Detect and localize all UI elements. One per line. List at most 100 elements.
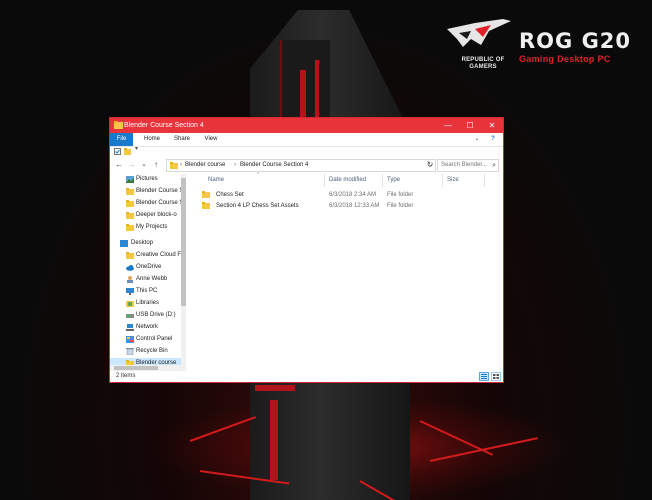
network-icon (126, 324, 134, 331)
file-explorer-window[interactable]: Blender Course Section 4 — ☐ ✕ File Home… (109, 117, 504, 383)
folder-icon (126, 224, 134, 231)
file-name: Chess Set (216, 192, 244, 198)
sidebar-item-libraries[interactable]: Libraries (110, 298, 186, 309)
folder-icon (114, 121, 123, 129)
help-icon[interactable]: ? (488, 133, 498, 146)
close-button[interactable]: ✕ (481, 118, 503, 133)
sidebar-item-label: USB Drive (D:) (136, 312, 176, 318)
breadcrumb-separator[interactable]: › (234, 160, 236, 171)
file-type: File folder (387, 192, 414, 198)
refresh-button[interactable]: ↻ (425, 159, 435, 170)
sidebar-item-this-pc[interactable]: This PC (110, 286, 186, 297)
sidebar-item-label: OneDrive (136, 264, 162, 270)
sidebar-item-label: This PC (136, 288, 158, 294)
status-bar: 2 items (110, 371, 503, 382)
rog-branding: REPUBLIC OF GAMERS ROG G20 Gaming Deskto… (445, 17, 645, 82)
rog-eye-logo-icon (447, 19, 511, 47)
breadcrumb-separator[interactable]: › (180, 160, 182, 171)
title-bar[interactable]: Blender Course Section 4 — ☐ ✕ (110, 118, 503, 133)
table-row[interactable]: Chess Set 6/3/2018 2:34 AM File folder (196, 190, 496, 200)
sidebar-item-blender-course-s[interactable]: Blender Course S (110, 198, 186, 209)
sidebar-item-label: Libraries (136, 300, 160, 306)
tab-file[interactable]: File (110, 133, 133, 146)
item-count: 2 items (116, 373, 136, 379)
column-header-date-modified[interactable]: Date modified (329, 174, 366, 187)
address-bar[interactable]: › Blender course › Blender Course Sectio… (166, 159, 436, 172)
search-input[interactable]: Search Blender... ⌕ (437, 159, 499, 172)
quick-access-toolbar: ▾ (110, 145, 503, 157)
recycle-bin-icon (126, 348, 134, 355)
sort-indicator-icon: ⌃ (256, 172, 261, 178)
search-placeholder: Search Blender... (441, 162, 488, 168)
tower-light-strip (255, 385, 295, 391)
column-header-size[interactable]: Size (447, 174, 459, 187)
properties-icon[interactable] (114, 148, 121, 155)
scrollbar-thumb[interactable] (181, 178, 186, 306)
window-title: Blender Course Section 4 (124, 122, 204, 129)
scrollbar-thumb[interactable] (114, 366, 158, 370)
sidebar-item-onedrive[interactable]: OneDrive (110, 262, 186, 273)
control-panel-icon (126, 336, 134, 343)
minimize-button[interactable]: — (437, 118, 459, 133)
details-view-glyph (481, 374, 487, 379)
details-view-icon[interactable] (479, 372, 489, 381)
folder-icon (170, 162, 178, 169)
user-icon (127, 276, 133, 283)
sidebar-item-control-panel[interactable]: Control Panel (110, 334, 186, 345)
search-icon[interactable]: ⌕ (492, 160, 496, 171)
maximize-button[interactable]: ☐ (459, 118, 481, 133)
customize-toolbar-icon[interactable]: ▾ (135, 145, 142, 152)
new-folder-icon[interactable] (124, 148, 131, 155)
sidebar-item-pictures[interactable]: Pictures (110, 174, 186, 185)
recent-locations-button[interactable]: ⌄ (139, 159, 149, 171)
column-header-type[interactable]: Type (387, 174, 400, 187)
back-button[interactable]: ← (114, 159, 124, 171)
large-icons-view-glyph (493, 374, 499, 379)
this-pc-icon (126, 288, 134, 295)
breadcrumb-section-4[interactable]: Blender Course Section 4 (240, 160, 308, 171)
tab-share[interactable]: Share (168, 133, 196, 146)
sidebar-item-anne-webb[interactable]: Anne Webb (110, 274, 186, 285)
column-header-name[interactable]: Name (208, 174, 224, 187)
brand-name: ROG G20 (519, 29, 632, 53)
pictures-icon (126, 176, 134, 183)
sidebar-item-usb-drive[interactable]: USB Drive (D:) (110, 310, 186, 321)
onedrive-icon (126, 265, 134, 271)
file-list[interactable]: ⌃ Name Date modified Type Size Chess Set… (188, 172, 503, 371)
column-separator[interactable] (442, 174, 443, 187)
sidebar-item-my-projects[interactable]: My Projects (110, 222, 186, 233)
breadcrumb-blender-course[interactable]: Blender course (185, 160, 225, 171)
column-separator[interactable] (382, 174, 383, 187)
sidebar-item-desktop[interactable]: Desktop (110, 238, 186, 249)
file-date: 6/3/2018 2:34 AM (329, 192, 377, 198)
folder-icon (202, 202, 210, 209)
navigation-pane-scrollbar[interactable] (181, 174, 186, 371)
up-button[interactable]: ↑ (151, 159, 161, 171)
folder-icon (126, 212, 134, 219)
sidebar-item-deeper-block[interactable]: Deeper block-o (110, 210, 186, 221)
sidebar-item-label: Desktop (131, 240, 154, 246)
folder-icon (126, 188, 134, 195)
navigation-pane[interactable]: Pictures Blender Course S Blender Course… (110, 174, 186, 371)
tab-home[interactable]: Home (138, 133, 166, 146)
tab-view[interactable]: View (198, 133, 224, 146)
file-type: File folder (387, 203, 414, 209)
sidebar-item-creative-cloud[interactable]: Creative Cloud F (110, 250, 186, 261)
table-row[interactable]: Section 4 LP Chess Set Assets 6/3/2018 1… (196, 201, 496, 211)
sidebar-item-label: Blender Course S (136, 200, 184, 206)
folder-icon (202, 191, 210, 198)
desktop-icon (120, 240, 128, 247)
sidebar-item-label: My Projects (136, 224, 168, 230)
column-separator[interactable] (324, 174, 325, 187)
sidebar-item-recycle-bin[interactable]: Recycle Bin (110, 346, 186, 357)
sidebar-item-label: Deeper block-o (136, 212, 177, 218)
libraries-icon (126, 301, 134, 307)
sidebar-item-network[interactable]: Network (110, 322, 186, 333)
forward-button[interactable]: → (127, 159, 137, 171)
chevron-down-icon[interactable]: ⌄ (472, 133, 482, 146)
sidebar-item-label: Creative Cloud F (136, 252, 182, 258)
column-separator[interactable] (484, 174, 485, 187)
large-icons-view-icon[interactable] (491, 372, 501, 381)
sidebar-item-label: Anne Webb (136, 276, 168, 282)
sidebar-item-blender-course-s[interactable]: Blender Course S (110, 186, 186, 197)
